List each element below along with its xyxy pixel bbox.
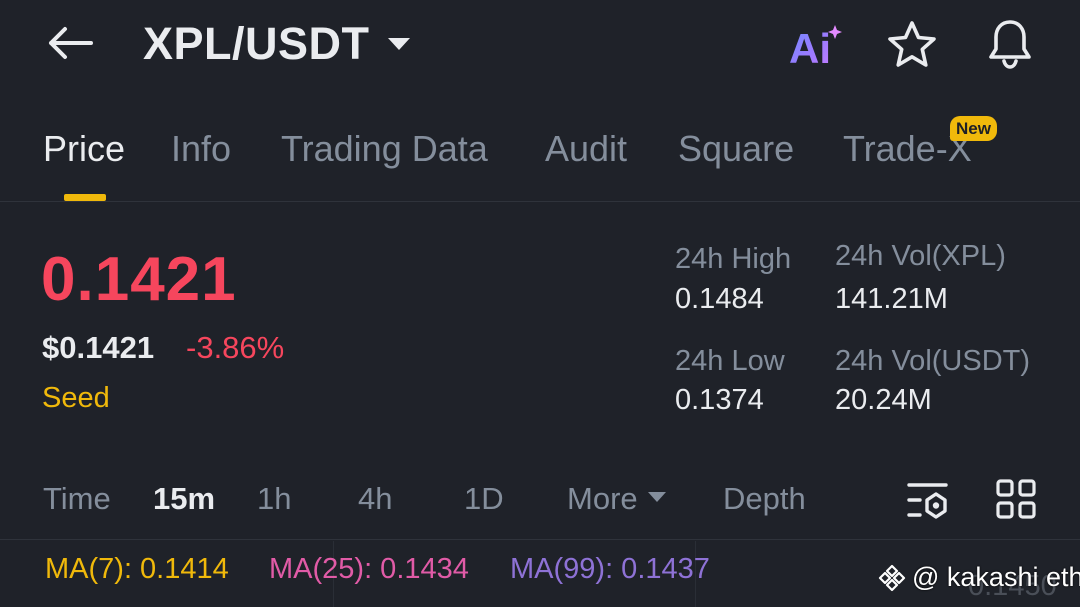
depth-tab[interactable]: Depth	[723, 481, 806, 517]
seed-tag[interactable]: Seed	[42, 382, 110, 415]
star-icon	[888, 21, 936, 67]
layout-button[interactable]	[993, 476, 1039, 522]
stat-low-value: 0.1374	[675, 384, 764, 416]
last-price: 0.1421	[41, 245, 237, 314]
ma25-value: MA(25): 0.1434	[269, 553, 469, 585]
stat-vol-quote-value: 20.24M	[835, 384, 932, 416]
interval-15m[interactable]: 15m	[153, 481, 215, 517]
stat-high-value: 0.1484	[675, 283, 764, 315]
watermark: @ kakashi eth	[878, 562, 1080, 593]
back-button[interactable]	[44, 20, 96, 66]
stat-high-label: 24h High	[675, 243, 792, 275]
back-arrow-icon	[49, 27, 93, 59]
ma7-value: MA(7): 0.1414	[45, 553, 229, 585]
pair-selector[interactable]: XPL/USDT	[143, 16, 410, 72]
watermark-text: @ kakashi eth	[912, 562, 1080, 592]
interval-more-label: More	[567, 481, 638, 516]
alert-button[interactable]	[984, 16, 1036, 70]
detail-tabs: Price Info Trading Data Audit Square Tra…	[0, 110, 1080, 202]
stat-vol-quote-label: 24h Vol(USDT)	[835, 345, 1031, 377]
interval-more[interactable]: More	[567, 481, 666, 517]
tab-audit[interactable]: Audit	[545, 128, 627, 170]
price-change-percent: -3.86%	[186, 330, 285, 365]
interval-bar: Time 15m 1h 4h 1D More Depth	[0, 470, 1080, 540]
stat-vol-base-value: 141.21M	[835, 283, 948, 315]
tab-trading-data[interactable]: Trading Data	[281, 128, 488, 170]
interval-1h[interactable]: 1h	[257, 481, 291, 517]
stat-vol-base-label: 24h Vol(XPL)	[835, 240, 1006, 272]
grid-icon	[996, 479, 1036, 519]
interval-time[interactable]: Time	[43, 481, 111, 517]
new-badge: New	[950, 116, 997, 141]
tab-price[interactable]: Price	[43, 128, 125, 170]
price-usd: $0.1421	[42, 330, 155, 365]
indicator-settings-icon	[907, 483, 948, 519]
binance-logo-icon	[878, 564, 906, 591]
top-bar: XPL/USDT Ai	[0, 0, 1080, 90]
ai-icon: Ai	[789, 25, 842, 69]
interval-1d[interactable]: 1D	[464, 481, 504, 517]
ai-button[interactable]: Ai	[786, 20, 844, 70]
pair-title: XPL/USDT	[143, 18, 370, 69]
ai-label: Ai	[789, 25, 831, 69]
caret-down-icon	[387, 38, 410, 50]
bell-icon	[989, 20, 1031, 69]
caret-down-icon	[647, 491, 666, 502]
indicator-settings-button[interactable]	[904, 476, 952, 524]
favorite-button[interactable]	[886, 18, 938, 70]
ma99-value: MA(99): 0.1437	[510, 553, 710, 585]
stat-low-label: 24h Low	[675, 345, 785, 377]
tab-info[interactable]: Info	[171, 128, 231, 170]
interval-4h[interactable]: 4h	[358, 481, 392, 517]
active-tab-indicator	[64, 194, 106, 201]
tab-square[interactable]: Square	[678, 128, 794, 170]
